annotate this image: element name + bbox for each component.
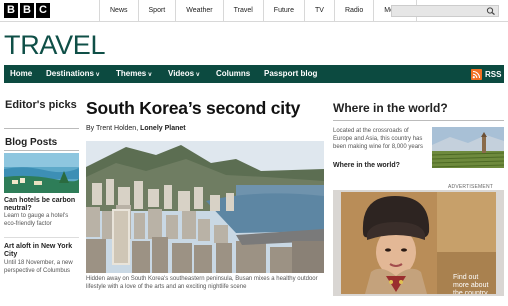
top-nav-sport[interactable]: Sport: [137, 0, 176, 22]
nav-columns-label: Columns: [216, 69, 251, 78]
divider: [4, 237, 79, 238]
nav-themes-label: Themes: [116, 69, 147, 78]
where-description: Located at the crossroads of Europe and …: [333, 128, 424, 150]
nav-home[interactable]: Home: [10, 65, 32, 83]
chevron-down-icon: v: [96, 72, 100, 78]
article-caption: Hidden away on South Korea's southeaster…: [86, 276, 318, 290]
advertisement-image[interactable]: Find out more about the country: [341, 192, 496, 294]
top-nav-news[interactable]: News: [99, 0, 138, 22]
byline-author: By Trent Holden,: [86, 125, 139, 132]
nav-passport-blog-label: Passport blog: [264, 69, 318, 78]
divider: [333, 120, 504, 121]
nav-destinations[interactable]: Destinations v: [46, 65, 99, 83]
divider: [4, 150, 79, 151]
advertisement-text: Find out more about the country: [453, 274, 489, 294]
blog-post-desc: Until 18 November, a new perspective of …: [4, 260, 73, 274]
nav-videos-label: Videos: [168, 69, 195, 78]
where-in-the-world-link[interactable]: Where in the world?: [333, 162, 400, 169]
blog-post-desc: Learn to gauge a hotel's eco-friendly fa…: [4, 213, 69, 227]
rss-icon: [471, 68, 482, 80]
search-icon[interactable]: [486, 7, 496, 15]
blog-post-link[interactable]: Art aloft in New York City: [4, 243, 80, 259]
rss-link[interactable]: RSS: [471, 68, 501, 80]
search-box: [391, 5, 499, 17]
nav-columns[interactable]: Columns: [216, 65, 250, 83]
nav-themes[interactable]: Themes v: [116, 65, 152, 83]
nav-passport-blog[interactable]: Passport blog: [264, 65, 317, 83]
editors-picks-heading: Editor's picks: [5, 99, 77, 111]
nav-home-label: Home: [10, 69, 33, 78]
blog-posts-heading: Blog Posts: [5, 137, 58, 148]
search-input[interactable]: [392, 6, 484, 16]
top-nav-weather[interactable]: Weather: [175, 0, 222, 22]
advertisement[interactable]: Find out more about the country: [333, 190, 504, 296]
where-in-the-world-thumbnail[interactable]: [432, 127, 504, 168]
rss-label: RSS: [485, 69, 502, 79]
travel-nav-bar: Home Destinations v Themes v Videos v Colum…: [4, 65, 504, 83]
top-nav: News Sport Weather Travel Future TV Radi…: [99, 0, 418, 22]
logo-letter-c: C: [36, 3, 50, 18]
where-in-the-world-heading: Where in the world?: [333, 101, 448, 115]
top-nav-travel[interactable]: Travel: [222, 0, 263, 22]
article-title[interactable]: South Korea’s second city: [86, 98, 300, 119]
chevron-down-icon: v: [196, 72, 200, 78]
top-nav-future[interactable]: Future: [262, 0, 304, 22]
nav-videos[interactable]: Videos v: [168, 65, 199, 83]
logo-letter-b2: B: [20, 3, 34, 18]
byline-source[interactable]: Lonely Planet: [140, 125, 186, 132]
divider: [4, 128, 79, 129]
article-byline: By Trent Holden, Lonely Planet: [86, 125, 186, 132]
top-nav-radio[interactable]: Radio: [333, 0, 373, 22]
logo-letter-b1: B: [4, 3, 18, 18]
blog-post-thumbnail[interactable]: [4, 153, 79, 193]
bbc-logo[interactable]: B B C: [4, 3, 50, 18]
nav-destinations-label: Destinations: [46, 69, 95, 78]
section-title[interactable]: TRAVEL: [4, 30, 106, 60]
chevron-down-icon: v: [148, 72, 152, 78]
article-hero-image[interactable]: [86, 141, 324, 273]
bbc-top-bar: B B C News Sport Weather Travel Future T…: [0, 0, 508, 22]
blog-post-link[interactable]: Can hotels be carbon neutral?: [4, 197, 80, 213]
top-nav-tv[interactable]: TV: [304, 0, 334, 22]
